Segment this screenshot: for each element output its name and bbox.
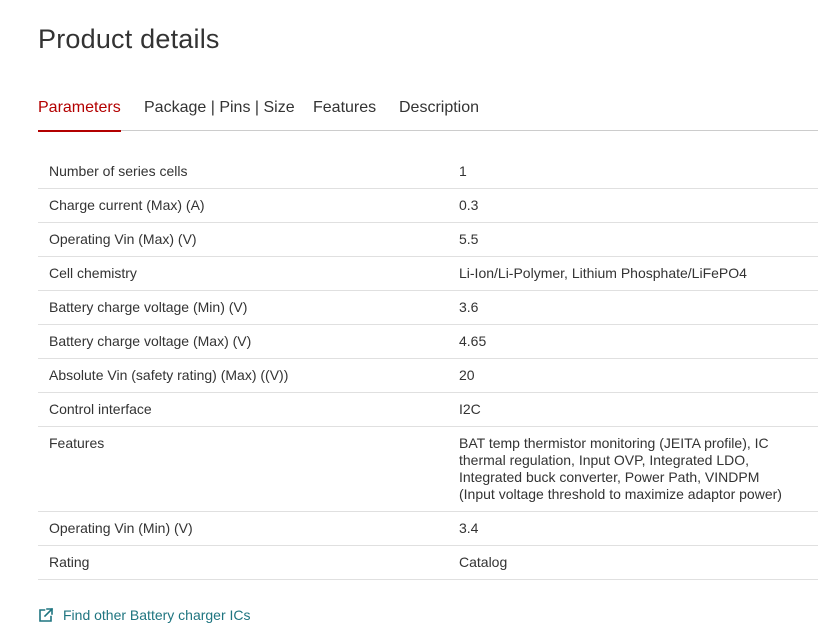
table-row: Absolute Vin (safety rating) (Max) ((V))… <box>38 359 818 393</box>
page-title: Product details <box>38 24 220 54</box>
tab-package-pins-size[interactable]: Package | Pins | Size <box>144 99 295 131</box>
param-value: 5.5 <box>459 231 479 247</box>
table-row: Operating Vin (Min) (V) 3.4 <box>38 512 818 546</box>
param-name: Control interface <box>49 401 152 417</box>
param-value: 4.65 <box>459 333 487 349</box>
table-row: Control interface I2C <box>38 393 818 427</box>
param-name: Charge current (Max) (A) <box>49 197 205 213</box>
table-row: Cell chemistry Li-Ion/Li-Polymer, Lithiu… <box>38 257 818 291</box>
table-row: Rating Catalog <box>38 546 818 580</box>
param-name: Number of series cells <box>49 163 188 179</box>
table-row: Operating Vin (Max) (V) 5.5 <box>38 223 818 257</box>
param-value: 0.3 <box>459 197 479 213</box>
param-value: 20 <box>459 367 475 383</box>
table-row: Number of series cells 1 <box>38 155 818 189</box>
param-name: Features <box>49 435 105 451</box>
tab-bar: Parameters Package | Pins | Size Feature… <box>38 99 818 132</box>
tab-parameters[interactable]: Parameters <box>38 99 121 132</box>
tab-features[interactable]: Features <box>313 99 376 131</box>
param-name: Cell chemistry <box>49 265 137 281</box>
table-row: Features BAT temp thermistor monitoring … <box>38 427 818 512</box>
table-row: Charge current (Max) (A) 0.3 <box>38 189 818 223</box>
find-other-link[interactable]: Find other Battery charger ICs <box>38 607 251 623</box>
param-name: Battery charge voltage (Max) (V) <box>49 333 252 349</box>
param-name: Battery charge voltage (Min) (V) <box>49 299 248 315</box>
find-other-link-label: Find other Battery charger ICs <box>63 607 251 623</box>
param-value: Li-Ion/Li-Polymer, Lithium Phosphate/LiF… <box>459 265 747 281</box>
param-value: BAT temp thermistor monitoring (JEITA pr… <box>459 435 782 502</box>
param-name: Absolute Vin (safety rating) (Max) ((V)) <box>49 367 289 383</box>
param-name: Operating Vin (Min) (V) <box>49 520 193 536</box>
param-name: Operating Vin (Max) (V) <box>49 231 197 247</box>
param-value: 3.4 <box>459 520 479 536</box>
parameters-table: Number of series cells 1 Charge current … <box>38 155 818 580</box>
external-link-icon <box>38 607 54 623</box>
param-value: I2C <box>459 401 481 417</box>
table-row: Battery charge voltage (Min) (V) 3.6 <box>38 291 818 325</box>
product-details-page: Product details Parameters Package | Pin… <box>0 0 818 642</box>
param-value: Catalog <box>459 554 508 570</box>
param-value: 3.6 <box>459 299 479 315</box>
table-row: Battery charge voltage (Max) (V) 4.65 <box>38 325 818 359</box>
param-name: Rating <box>49 554 90 570</box>
tab-description[interactable]: Description <box>399 99 479 131</box>
param-value: 1 <box>459 163 467 179</box>
